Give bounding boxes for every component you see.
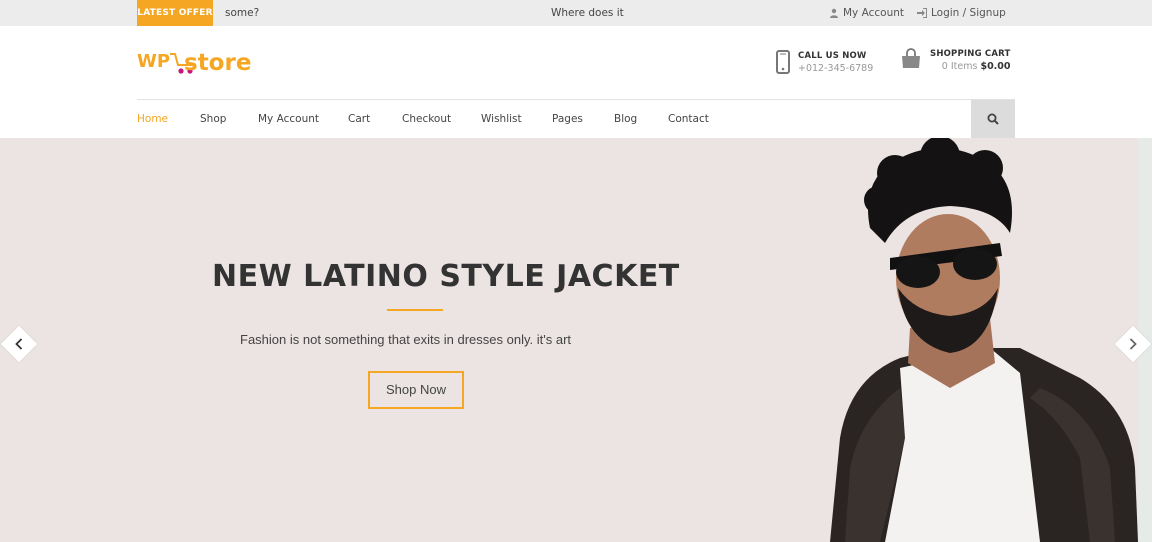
shopping-cart-block[interactable]: SHOPPING CART 0 Items $0.00 <box>900 48 1011 74</box>
login-signup-link[interactable]: Login / Signup <box>917 0 1006 26</box>
nav-item-wishlist[interactable]: Wishlist <box>481 100 522 138</box>
hero-title: NEW LATINO STYLE JACKET <box>212 259 680 294</box>
shopping-bag-icon <box>902 48 920 68</box>
hero-model-image <box>830 138 1138 542</box>
site-header: WP store WP store CALL US NOW +012-345-6… <box>0 26 1152 99</box>
hero-slider: NEW LATINO STYLE JACKET Fashion is not s… <box>0 138 1152 542</box>
nav-item-pages[interactable]: Pages <box>552 100 583 138</box>
call-us-title: CALL US NOW <box>798 51 867 61</box>
cart-summary: 0 Items $0.00 <box>930 60 1011 74</box>
my-account-label: My Account <box>843 7 905 19</box>
hero-title-divider <box>387 309 443 311</box>
cart-item-count: 0 Items <box>941 61 978 72</box>
shopping-cart-title: SHOPPING CART <box>930 49 1011 59</box>
nav-item-contact[interactable]: Contact <box>668 100 709 138</box>
nav-item-home[interactable]: Home <box>137 100 168 138</box>
call-us-block: CALL US NOW +012-345-6789 <box>776 50 873 76</box>
chevron-left-icon <box>9 334 29 354</box>
nav-item-my-account[interactable]: My Account <box>258 100 319 138</box>
offer-ticker-text[interactable]: some? <box>225 0 259 26</box>
offer-ticker-text-2[interactable]: Where does it co <box>551 0 626 26</box>
nav-item-cart[interactable]: Cart <box>348 100 370 138</box>
phone-icon <box>776 50 790 74</box>
search-icon <box>987 113 999 125</box>
nav-item-blog[interactable]: Blog <box>614 100 637 138</box>
sign-in-icon <box>917 8 927 18</box>
latest-offer-badge: LATEST OFFER <box>137 0 213 26</box>
shop-now-button[interactable]: Shop Now <box>368 371 464 409</box>
search-button[interactable] <box>971 100 1015 138</box>
nav-item-checkout[interactable]: Checkout <box>402 100 451 138</box>
nav-item-shop[interactable]: Shop <box>200 100 226 138</box>
svg-text:store: store <box>184 50 251 76</box>
site-logo[interactable]: WP store WP store <box>137 46 253 78</box>
chevron-right-icon <box>1123 334 1143 354</box>
top-bar: LATEST OFFER some? Where does it co My A… <box>0 0 1152 26</box>
user-icon <box>830 8 838 18</box>
call-us-number[interactable]: +012-345-6789 <box>798 62 873 76</box>
cart-total: $0.00 <box>980 61 1011 72</box>
main-navigation: Home Shop My Account Cart Checkout Wishl… <box>137 100 1015 138</box>
my-account-link[interactable]: My Account <box>829 0 904 26</box>
wpstore-logo: WP store <box>137 50 251 76</box>
login-signup-label: Login / Signup <box>931 7 1006 19</box>
svg-text:WP: WP <box>137 51 170 72</box>
hero-subtitle: Fashion is not something that exits in d… <box>240 332 572 347</box>
